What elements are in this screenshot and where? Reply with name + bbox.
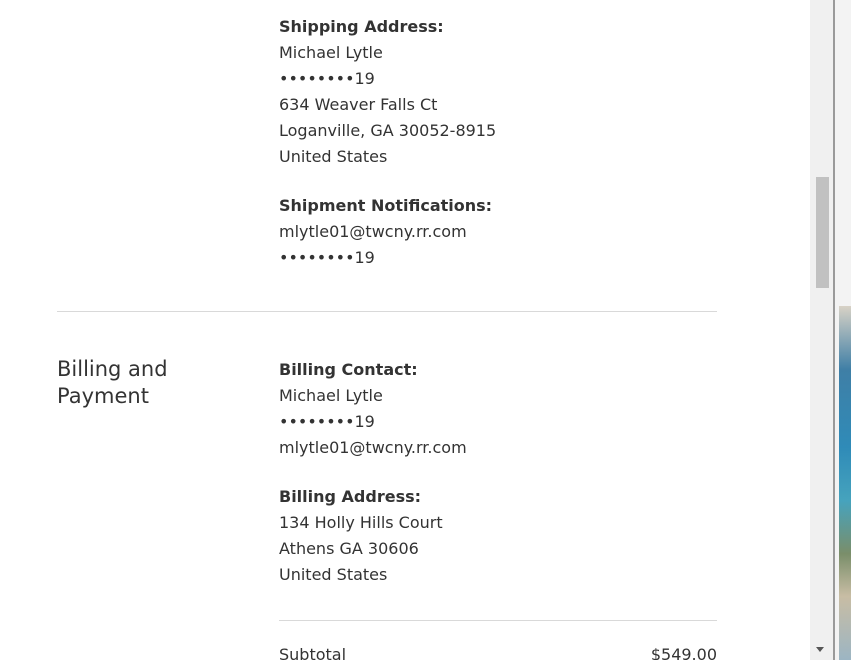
billing-city-state-zip: Athens GA 30606 xyxy=(279,539,419,558)
shipping-city-state-zip: Loganville, GA 30052-8915 xyxy=(279,121,497,140)
billing-section-title: Billing and Payment xyxy=(57,357,168,408)
scroll-down-arrow-icon[interactable] xyxy=(816,647,824,652)
shipment-notifications-heading: Shipment Notifications: xyxy=(279,196,493,215)
billing-street: 134 Holly Hills Court xyxy=(279,513,443,532)
summary-divider xyxy=(279,620,717,621)
billing-contact-block: Billing Contact: Michael Lytle ••••••••1… xyxy=(279,357,467,461)
order-review-page: Shipping Address: Michael Lytle ••••••••… xyxy=(0,0,810,660)
section-divider xyxy=(57,311,717,312)
billing-address-block: Billing Address: 134 Holly Hills Court A… xyxy=(279,484,443,588)
background-photo-edge xyxy=(839,306,851,660)
shipping-name: Michael Lytle xyxy=(279,43,383,62)
shipping-phone: ••••••••19 xyxy=(279,69,375,88)
billing-country: United States xyxy=(279,565,388,584)
shipping-country: United States xyxy=(279,147,388,166)
vertical-scrollbar[interactable] xyxy=(810,0,833,660)
billing-contact-heading: Billing Contact: xyxy=(279,360,418,379)
shipping-street: 634 Weaver Falls Ct xyxy=(279,95,438,114)
billing-contact-name: Michael Lytle xyxy=(279,386,383,405)
shipping-address-block: Shipping Address: Michael Lytle ••••••••… xyxy=(279,14,496,170)
notification-phone: ••••••••19 xyxy=(279,248,375,267)
subtotal-value: $549.00 xyxy=(650,645,717,660)
subtotal-row: Subtotal $549.00 xyxy=(279,645,717,660)
subtotal-label: Subtotal xyxy=(279,645,347,660)
browser-viewport: Shipping Address: Michael Lytle ••••••••… xyxy=(0,0,851,660)
shipment-notifications-block: Shipment Notifications: mlytle01@twcny.r… xyxy=(279,193,492,271)
scrollbar-thumb[interactable] xyxy=(816,177,829,288)
billing-contact-phone: ••••••••19 xyxy=(279,412,375,431)
billing-address-heading: Billing Address: xyxy=(279,487,422,506)
billing-contact-email: mlytle01@twcny.rr.com xyxy=(279,438,467,457)
notification-email: mlytle01@twcny.rr.com xyxy=(279,222,467,241)
shipping-address-heading: Shipping Address: xyxy=(279,17,444,36)
